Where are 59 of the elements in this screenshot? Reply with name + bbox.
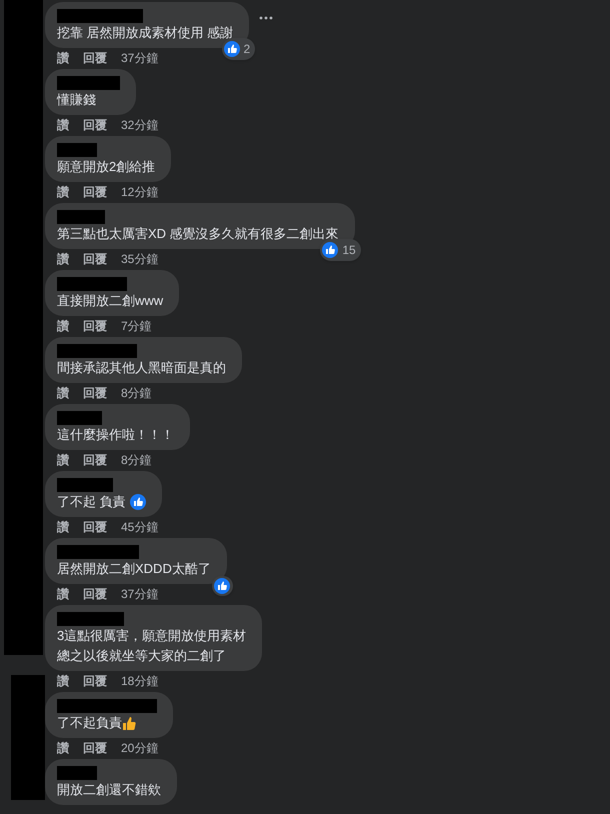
like-link[interactable]: 讚	[57, 451, 69, 469]
like-icon	[214, 578, 230, 594]
reply-link[interactable]: 回覆	[83, 585, 107, 603]
comment-time: 32分鐘	[121, 117, 158, 134]
comment-time: 12分鐘	[121, 184, 158, 201]
more-icon[interactable]	[259, 16, 274, 20]
redacted-name	[57, 612, 124, 626]
comment-time: 35分鐘	[121, 251, 158, 268]
like-link[interactable]: 讚	[57, 518, 69, 536]
like-link[interactable]: 讚	[57, 116, 69, 134]
reply-link[interactable]: 回覆	[83, 250, 107, 268]
reply-link[interactable]: 回覆	[83, 116, 107, 134]
redacted-name	[57, 210, 105, 224]
comment-text: 了不起負責	[57, 714, 122, 732]
comment-time: 45分鐘	[121, 519, 158, 536]
like-link[interactable]: 讚	[57, 183, 69, 201]
comment-text: 了不起 負責	[57, 493, 126, 511]
reply-link[interactable]: 回覆	[83, 518, 107, 536]
comment-time: 20分鐘	[121, 740, 158, 757]
reply-link[interactable]: 回覆	[83, 451, 107, 469]
like-link[interactable]: 讚	[57, 739, 69, 757]
comment-text: 間接承認其他人黑暗面是真的	[57, 359, 226, 377]
reaction-badge[interactable]: 15	[320, 239, 361, 261]
comment-text: 3這點很厲害，願意開放使用素材	[57, 627, 246, 645]
reply-link[interactable]: 回覆	[83, 317, 107, 335]
comment-time: 37分鐘	[121, 586, 158, 603]
redacted-name	[57, 766, 97, 780]
reply-link[interactable]: 回覆	[83, 183, 107, 201]
like-link[interactable]: 讚	[57, 384, 69, 402]
reply-link[interactable]: 回覆	[83, 739, 107, 757]
comment-text: 居然開放二創XDDD太酷了	[57, 560, 211, 578]
redacted-name	[57, 478, 113, 492]
redacted-name	[57, 411, 102, 425]
reply-link[interactable]: 回覆	[83, 49, 107, 67]
like-link[interactable]: 讚	[57, 672, 69, 690]
like-link[interactable]: 讚	[57, 585, 69, 603]
comment-time: 18分鐘	[121, 673, 158, 690]
comment-text: 總之以後就坐等大家的二創了	[57, 647, 227, 665]
like-icon	[322, 242, 338, 258]
like-link[interactable]: 讚	[57, 317, 69, 335]
like-icon	[224, 41, 240, 57]
reaction-badge[interactable]: 2	[222, 38, 256, 60]
redacted-name	[57, 76, 120, 90]
comment-time: 8分鐘	[121, 385, 152, 402]
comment-text: 願意開放2創給推	[57, 158, 156, 176]
reply-link[interactable]: 回覆	[83, 672, 107, 690]
comment-text: 這什麼操作啦！！！	[57, 426, 174, 444]
like-link[interactable]: 讚	[57, 49, 69, 67]
reaction-badge[interactable]	[212, 576, 233, 596]
redacted-name	[57, 143, 97, 157]
like-link[interactable]: 讚	[57, 250, 69, 268]
comment-text: 直接開放二創www	[57, 292, 164, 310]
comment-text: 懂賺錢	[57, 91, 96, 109]
comment-text: 開放二創還不錯欸	[57, 781, 161, 799]
redacted-name	[57, 277, 127, 291]
comment-time: 37分鐘	[121, 50, 158, 67]
reply-link[interactable]: 回覆	[83, 384, 107, 402]
comment-time: 8分鐘	[121, 452, 152, 469]
comment-time: 7分鐘	[121, 318, 152, 335]
